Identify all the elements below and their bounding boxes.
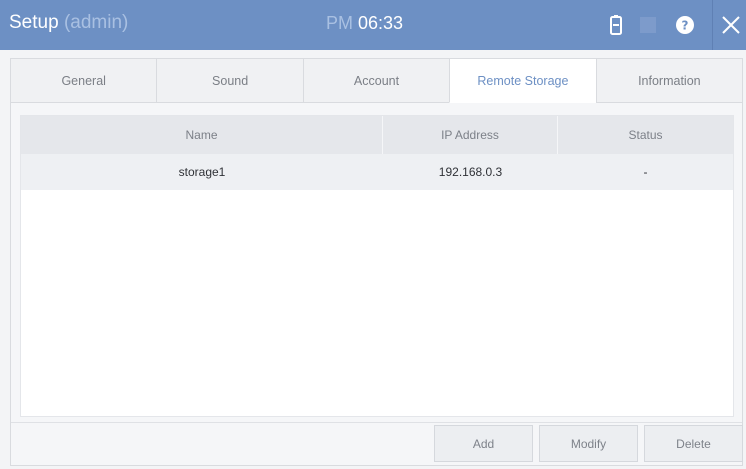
tab-remote-storage[interactable]: Remote Storage	[449, 58, 596, 103]
clock-time: 06:33	[358, 13, 404, 33]
close-icon[interactable]	[719, 13, 743, 37]
title-bar: Setup (admin) PM 06:33 ?	[0, 0, 746, 50]
title-user: (admin)	[63, 12, 129, 33]
battery-icon	[610, 15, 622, 35]
tab-bar: General Sound Account Remote Storage Inf…	[10, 58, 744, 103]
title-text: Setup	[9, 12, 59, 33]
footer-divider	[11, 422, 742, 423]
help-icon[interactable]: ?	[674, 14, 696, 36]
column-header-status[interactable]: Status	[558, 116, 733, 154]
cell-ip-address: 192.168.0.3	[438, 165, 503, 179]
tab-sound[interactable]: Sound	[156, 58, 303, 103]
column-header-ip-address[interactable]: IP Address	[383, 116, 558, 154]
svg-text:?: ?	[682, 19, 689, 33]
modify-button[interactable]: Modify	[539, 425, 638, 462]
cell-name: storage1	[178, 165, 226, 179]
storage-table: Name IP Address Status storage1 192.168.…	[20, 115, 734, 417]
column-header-name[interactable]: Name	[21, 116, 383, 154]
tab-general[interactable]: General	[10, 58, 157, 103]
clock-ampm: PM	[326, 13, 353, 33]
status-indicator	[640, 17, 656, 33]
delete-button[interactable]: Delete	[644, 425, 743, 462]
table-row[interactable]: storage1 192.168.0.3 -	[21, 154, 733, 190]
cell-status: -	[643, 165, 648, 179]
table-header: Name IP Address Status	[21, 116, 733, 154]
remote-storage-panel: Name IP Address Status storage1 192.168.…	[10, 103, 743, 466]
titlebar-divider	[712, 0, 713, 50]
clock: PM 06:33	[326, 13, 403, 34]
window-title: Setup (admin)	[9, 12, 128, 34]
tab-account[interactable]: Account	[302, 58, 450, 103]
tab-information[interactable]: Information	[595, 58, 744, 103]
add-button[interactable]: Add	[434, 425, 533, 462]
